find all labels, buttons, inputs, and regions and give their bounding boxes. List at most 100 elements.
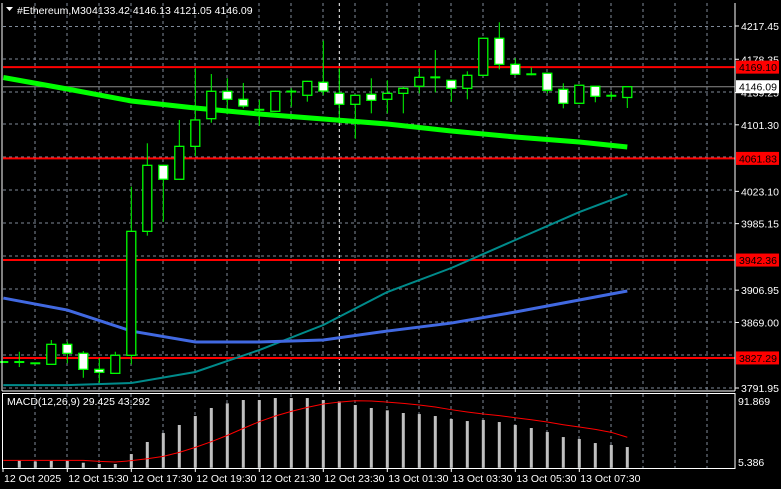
bear-candle (62, 341, 73, 364)
candle-body (558, 88, 569, 104)
bull-candle (350, 94, 361, 139)
triangle-down-icon[interactable] (6, 7, 13, 11)
macd-histogram-bar (241, 400, 245, 468)
moving-average-line (3, 289, 628, 344)
time-tick-label: 12 Oct 19:30 (196, 473, 256, 485)
macd-histogram-bar (593, 443, 597, 468)
time-tick-label: 12 Oct 23:30 (324, 473, 384, 485)
level-price-label: 4061.83 (739, 153, 777, 165)
macd-histogram-bar (369, 407, 373, 468)
bear-candle (158, 164, 169, 222)
trading-chart-window[interactable]: 4217.45 4178.35 4139.25 4101.30 4023.10 3985.… (0, 0, 781, 489)
macd-histogram-bar (81, 462, 85, 468)
bull-candle (574, 84, 585, 104)
bull-candle (174, 119, 185, 180)
price-axis[interactable]: 4217.454178.354139.254101.304023.103985.… (735, 21, 779, 469)
current-price-label: 4146.09 (739, 82, 777, 94)
bear-candle (430, 50, 441, 93)
macd-histogram-bar (513, 424, 517, 468)
candle-body (462, 74, 473, 89)
macd-axis-max-label: 91.869 (738, 396, 770, 408)
macd-histogram-bar (257, 400, 261, 468)
price-tick-label: 3869.00 (741, 317, 779, 329)
macd-histogram-bar (401, 412, 405, 468)
macd-histogram-bar (529, 428, 533, 468)
time-tick-label: 13 Oct 01:30 (388, 473, 448, 485)
macd-histogram-bar (65, 461, 69, 468)
candle-body (78, 352, 89, 370)
candle-body (574, 84, 585, 104)
macd-histogram-bar (305, 398, 309, 468)
bull-candle (14, 351, 25, 368)
level-price-label: 3827.29 (739, 353, 777, 365)
macd-histogram-bar (209, 407, 213, 468)
macd-label: MACD(12,26,9) 29.425 43.292 (7, 396, 150, 408)
bear-candle (94, 358, 105, 383)
macd-histogram-bar (273, 398, 277, 468)
candle-body (334, 92, 345, 105)
candle-body (510, 63, 521, 75)
time-tick-label: 12 Oct 2025 (4, 473, 61, 485)
macd-histogram-bar (113, 463, 117, 468)
macd-histogram-bar (17, 460, 21, 468)
bear-candle (542, 72, 553, 94)
candle-body (46, 343, 57, 365)
price-tick-label: 4217.45 (741, 21, 779, 33)
bear-candle (446, 79, 457, 102)
time-tick-label: 13 Oct 07:30 (580, 473, 640, 485)
bull-candle (414, 68, 425, 94)
macd-histogram-bar (33, 461, 37, 468)
time-tick-label: 13 Oct 03:30 (452, 473, 512, 485)
chart-canvas[interactable]: 4217.454178.354139.254101.304023.103985.… (0, 0, 781, 489)
candle-body (190, 119, 201, 147)
bull-candle (30, 362, 41, 365)
bull-candle (622, 86, 633, 109)
candle-body (110, 354, 121, 374)
candle-body (382, 92, 393, 100)
bull-candle (478, 37, 489, 76)
ohlc-values: 4133.42 4146.13 4121.05 4146.09 (92, 5, 253, 17)
candle-body (270, 90, 281, 112)
price-tick-label: 3791.95 (741, 383, 779, 395)
candle-body (206, 90, 217, 120)
candle-body (126, 230, 137, 356)
candle-body (414, 76, 425, 87)
moving-average-line (2, 75, 628, 150)
horizontal-levels (3, 66, 735, 359)
price-tick-label: 4023.10 (741, 186, 779, 198)
symbol-timeframe: #Ethereum,M30 (17, 5, 92, 17)
macd-histogram-bar (481, 419, 485, 468)
time-axis[interactable]: 12 Oct 2025 12 Oct 15:30 12 Oct 17:30 12 Oc… (2, 468, 641, 485)
time-tick-label: 13 Oct 05:30 (516, 473, 576, 485)
macd-histogram-bar (609, 445, 613, 468)
macd-histogram-bar (49, 461, 53, 468)
bear-candle (510, 58, 521, 75)
time-tick-label: 12 Oct 21:30 (260, 473, 320, 485)
bull-candle (286, 88, 297, 107)
macd-indicator (3, 398, 629, 468)
bear-candle (606, 91, 617, 100)
macd-histogram-bar (497, 422, 501, 468)
time-tick-label: 12 Oct 17:30 (132, 473, 192, 485)
candle-body (62, 343, 73, 354)
candle-body (622, 86, 633, 99)
level-price-label: 3942.36 (739, 255, 777, 267)
candle-body (478, 37, 489, 76)
bull-candle (190, 68, 201, 157)
candle-body (398, 87, 409, 94)
candle-body (302, 80, 313, 96)
candle-body (318, 81, 329, 92)
price-tick-label: 4101.30 (741, 120, 779, 132)
bear-candle (334, 68, 345, 124)
candle-body (174, 145, 185, 180)
macd-histogram-bar (193, 416, 197, 468)
macd-histogram-bar (417, 414, 421, 468)
candle-body (542, 72, 553, 91)
candle-body (158, 164, 169, 180)
bull-candle (206, 74, 217, 123)
bear-candle (366, 78, 377, 114)
candle-body (222, 90, 233, 100)
bull-candle (126, 186, 137, 365)
macd-signal-line (3, 400, 628, 463)
price-tick-label: 3906.95 (741, 285, 779, 297)
